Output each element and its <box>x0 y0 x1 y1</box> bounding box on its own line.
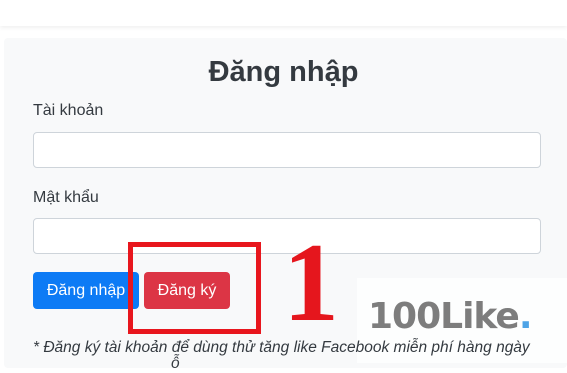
register-highlight-box <box>128 242 261 334</box>
register-note-continuation: ỗ <box>171 355 180 372</box>
username-input[interactable] <box>33 132 541 168</box>
watermark-text: 100Like <box>368 296 520 337</box>
login-button[interactable]: Đăng nhập <box>33 272 139 309</box>
watermark-dot: . <box>518 296 533 337</box>
watermark-logo: 100Like. <box>368 296 532 337</box>
page-title: Đăng nhập <box>208 56 359 88</box>
register-note: * Đăng ký tài khoản để dùng thử tăng lik… <box>33 339 530 356</box>
password-label: Mật khẩu <box>33 189 99 206</box>
top-navbar <box>0 0 567 26</box>
username-label: Tài khoản <box>33 102 104 119</box>
step-number-annotation: 1 <box>283 221 339 345</box>
